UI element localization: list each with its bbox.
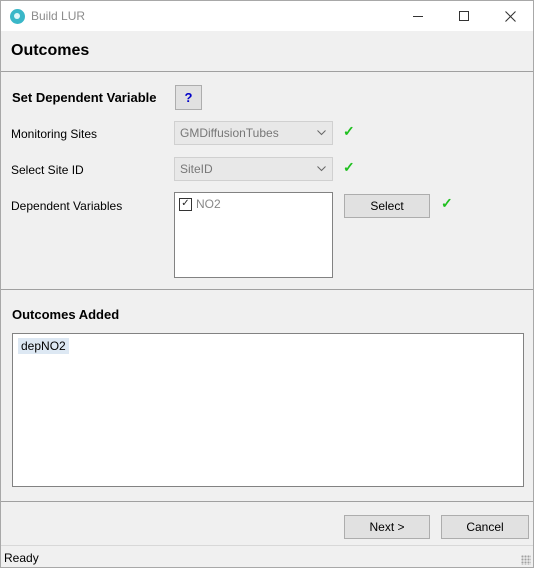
monitoring-sites-value: GMDiffusionTubes xyxy=(180,126,279,140)
select-button[interactable]: Select xyxy=(344,194,430,218)
outcomes-list[interactable]: depNO2 xyxy=(12,333,524,487)
maximize-icon xyxy=(459,11,469,21)
site-id-label: Select Site ID xyxy=(11,163,84,177)
site-id-select[interactable]: SiteID xyxy=(174,157,333,181)
section-divider xyxy=(1,289,533,290)
minimize-button[interactable] xyxy=(395,1,441,31)
list-item-label: NO2 xyxy=(196,197,221,211)
resize-grip-icon[interactable] xyxy=(521,555,531,565)
minimize-icon xyxy=(413,15,423,17)
monitoring-sites-label: Monitoring Sites xyxy=(11,127,98,141)
status-text: Ready xyxy=(4,551,39,565)
list-item[interactable]: ✓ NO2 xyxy=(179,197,221,211)
dependent-variables-label: Dependent Variables xyxy=(11,199,123,213)
window-title: Build LUR xyxy=(31,9,86,23)
cancel-button[interactable]: Cancel xyxy=(441,515,529,539)
status-bar: Ready xyxy=(1,545,533,567)
footer-divider xyxy=(1,501,533,502)
chevron-down-icon xyxy=(310,122,332,144)
site-id-value: SiteID xyxy=(180,162,213,176)
list-item[interactable]: depNO2 xyxy=(18,338,69,354)
page-title: Outcomes xyxy=(11,42,90,59)
dependent-variables-list[interactable]: ✓ NO2 xyxy=(174,192,333,278)
help-button[interactable]: ? xyxy=(175,85,202,110)
page-header: Outcomes xyxy=(1,31,533,72)
monitoring-sites-check-icon: ✓ xyxy=(343,123,355,139)
close-icon xyxy=(504,10,516,22)
site-id-check-icon: ✓ xyxy=(343,159,355,175)
chevron-down-icon xyxy=(310,158,332,180)
checkbox-checked-icon[interactable]: ✓ xyxy=(179,197,192,211)
outcomes-section-title: Outcomes Added xyxy=(12,307,120,322)
monitoring-sites-select[interactable]: GMDiffusionTubes xyxy=(174,121,333,145)
dependent-variables-check-icon: ✓ xyxy=(441,195,453,211)
dependent-section-title: Set Dependent Variable xyxy=(12,90,157,105)
next-button[interactable]: Next > xyxy=(344,515,430,539)
close-button[interactable] xyxy=(487,1,533,31)
maximize-button[interactable] xyxy=(441,1,487,31)
title-bar[interactable]: Build LUR xyxy=(1,1,533,31)
app-icon xyxy=(10,9,25,24)
build-lur-window: Build LUR Outcomes Set Dependent Variabl… xyxy=(0,0,534,568)
